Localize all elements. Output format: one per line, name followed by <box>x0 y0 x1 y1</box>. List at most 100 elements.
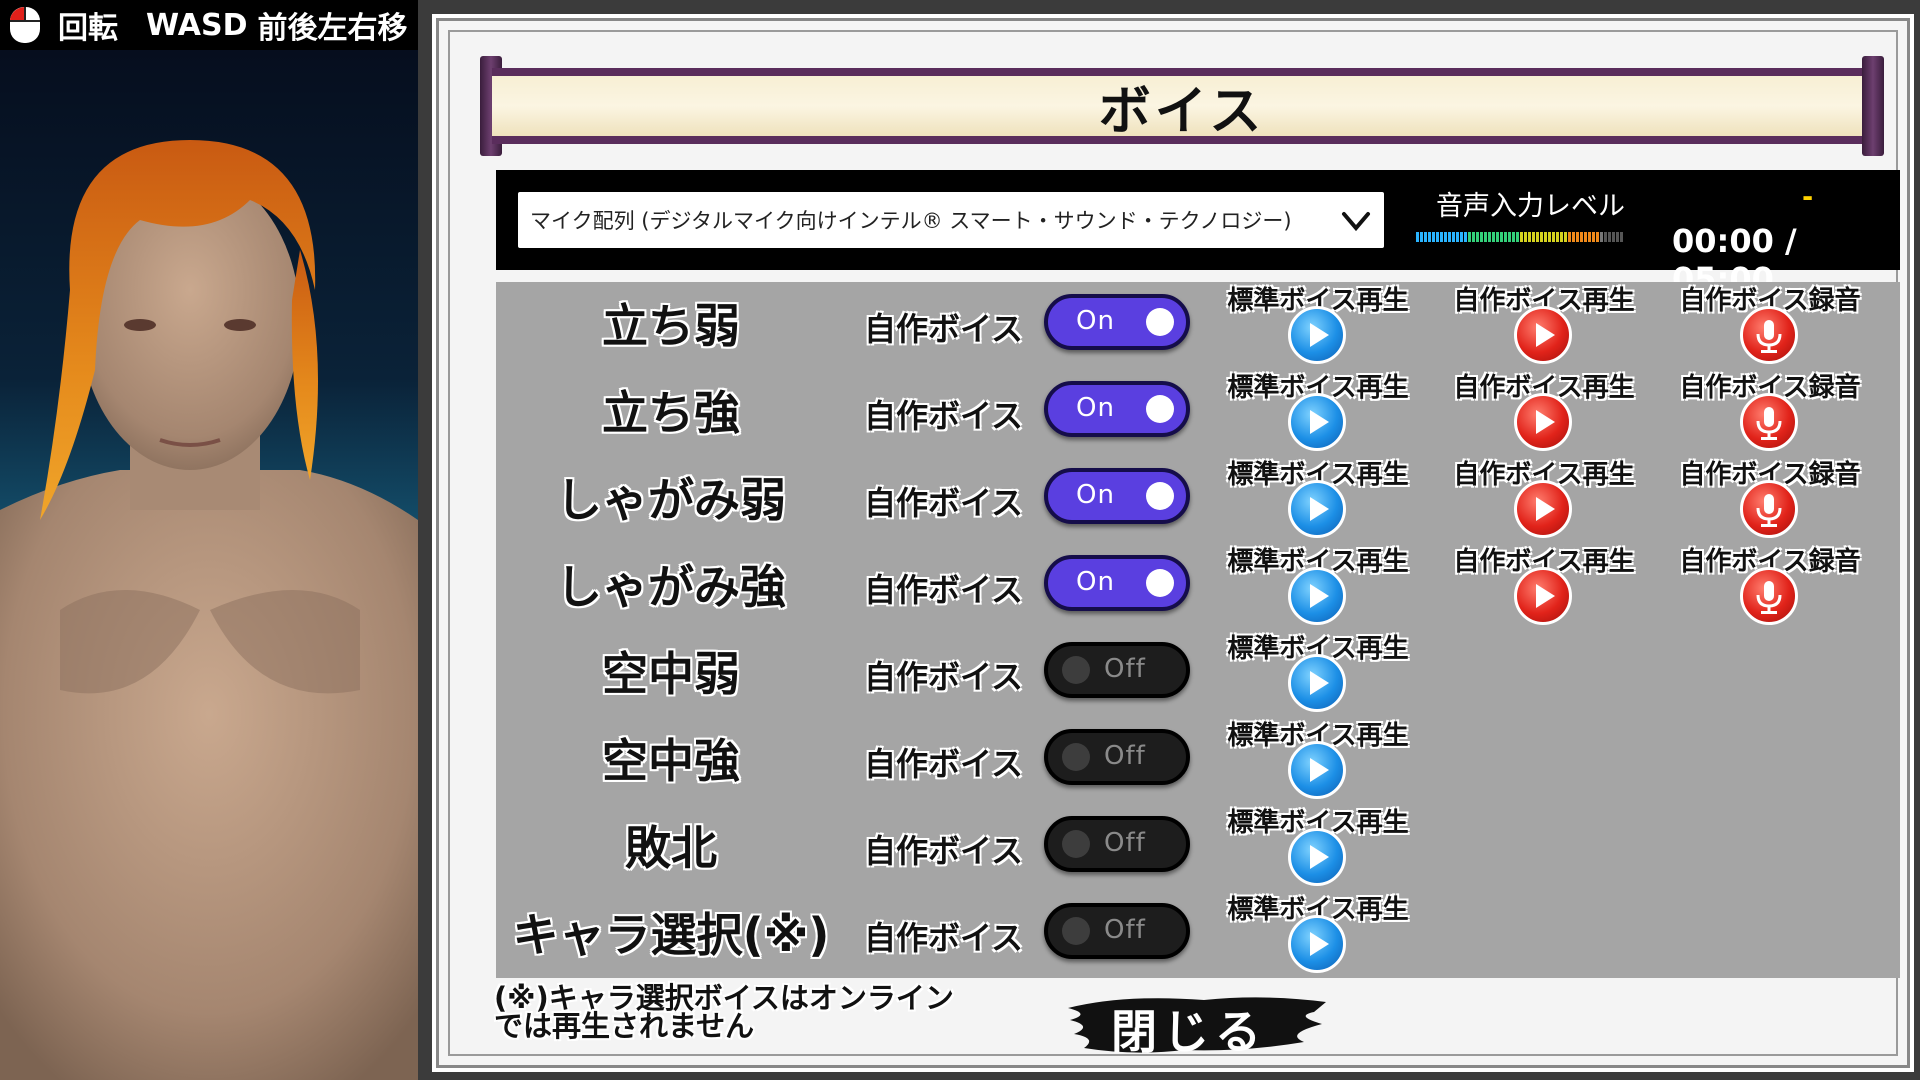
play-standard-voice[interactable]: 標準ボイス再生 <box>1218 889 1418 976</box>
close-button[interactable]: 閉じる <box>1064 990 1334 1060</box>
toggle-knob <box>1146 308 1174 336</box>
level-meter-segment <box>1568 232 1571 242</box>
level-meter-segment <box>1520 232 1523 242</box>
toggle-knob <box>1146 482 1174 510</box>
level-meter-segment <box>1588 232 1591 242</box>
play-custom-voice[interactable]: 自作ボイス再生 <box>1444 280 1644 367</box>
voice-row: 立ち強 自作ボイス On 標準ボイス再生 自作ボイス再生 自作ボイス録音 <box>496 369 1900 456</box>
play-icon[interactable] <box>1288 306 1346 364</box>
level-meter-segment <box>1504 232 1507 242</box>
level-meter-segment <box>1480 232 1483 242</box>
record-custom-voice[interactable]: 自作ボイス録音 <box>1670 454 1870 541</box>
level-meter-segment <box>1416 232 1419 242</box>
play-icon[interactable] <box>1288 741 1346 799</box>
custom-voice-toggle[interactable]: Off <box>1044 729 1190 785</box>
level-meter-segment <box>1444 232 1447 242</box>
level-meter-segment <box>1428 232 1431 242</box>
level-meter-segment <box>1532 232 1535 242</box>
level-meter-segment <box>1456 232 1459 242</box>
play-icon[interactable] <box>1514 480 1572 538</box>
mic-device-select[interactable]: マイク配列 (デジタルマイク向けインテル® スマート・サウンド・テクノロジー) <box>518 192 1384 248</box>
level-meter-segment <box>1604 232 1607 242</box>
level-meter-segment <box>1448 232 1451 242</box>
voice-row-label: 空中強 <box>602 734 740 788</box>
play-icon[interactable] <box>1288 393 1346 451</box>
level-meter-segment <box>1560 232 1563 242</box>
play-standard-voice[interactable]: 標準ボイス再生 <box>1218 715 1418 802</box>
play-standard-voice[interactable]: 標準ボイス再生 <box>1218 802 1418 889</box>
input-level-indicator: - <box>1802 182 1814 213</box>
character-preview[interactable]: 回転 WASD 前後左右移 <box>0 0 418 1080</box>
level-meter-segment <box>1424 232 1427 242</box>
play-standard-voice[interactable]: 標準ボイス再生 <box>1218 541 1418 628</box>
play-icon[interactable] <box>1514 306 1572 364</box>
custom-voice-toggle[interactable]: Off <box>1044 642 1190 698</box>
chevron-down-icon[interactable] <box>1340 204 1372 241</box>
custom-voice-toggle[interactable]: On <box>1044 381 1190 437</box>
toggle-label: Off <box>1104 654 1146 684</box>
input-level-meter <box>1416 232 1624 242</box>
level-meter-segment <box>1512 232 1515 242</box>
record-custom-voice[interactable]: 自作ボイス録音 <box>1670 367 1870 454</box>
panel-frame: ボイス マイク配列 (デジタルマイク向けインテル® スマート・サウンド・テクノロ… <box>432 14 1914 1072</box>
play-icon[interactable] <box>1288 567 1346 625</box>
play-icon[interactable] <box>1514 567 1572 625</box>
microphone-icon[interactable] <box>1740 480 1798 538</box>
level-meter-segment <box>1460 232 1463 242</box>
voice-row: 空中強 自作ボイス Off 標準ボイス再生 <box>496 717 1900 804</box>
mic-settings-bar: マイク配列 (デジタルマイク向けインテル® スマート・サウンド・テクノロジー) … <box>496 170 1900 298</box>
voice-row-label: 敗北 <box>625 821 717 875</box>
play-custom-voice[interactable]: 自作ボイス再生 <box>1444 541 1644 628</box>
play-standard-voice[interactable]: 標準ボイス再生 <box>1218 454 1418 541</box>
level-meter-segment <box>1580 232 1583 242</box>
panel-body: ボイス マイク配列 (デジタルマイク向けインテル® スマート・サウンド・テクノロ… <box>448 30 1900 1059</box>
toggle-label: On <box>1076 480 1115 510</box>
level-meter-segment <box>1556 232 1559 242</box>
play-standard-voice[interactable]: 標準ボイス再生 <box>1218 367 1418 454</box>
level-meter-segment <box>1440 232 1443 242</box>
microphone-icon[interactable] <box>1740 567 1798 625</box>
play-custom-voice[interactable]: 自作ボイス再生 <box>1444 454 1644 541</box>
voice-row: 立ち弱 自作ボイス On 標準ボイス再生 自作ボイス再生 自作ボイス録音 <box>496 282 1900 369</box>
play-icon[interactable] <box>1288 480 1346 538</box>
level-meter-segment <box>1436 232 1439 242</box>
level-meter-segment <box>1472 232 1475 242</box>
level-meter-segment <box>1576 232 1579 242</box>
custom-voice-label: 自作ボイス <box>864 658 1024 696</box>
play-standard-voice[interactable]: 標準ボイス再生 <box>1218 280 1418 367</box>
level-meter-segment <box>1468 232 1471 242</box>
play-icon[interactable] <box>1514 393 1572 451</box>
custom-voice-toggle[interactable]: Off <box>1044 903 1190 959</box>
title-banner: ボイス <box>480 56 1884 156</box>
custom-voice-toggle[interactable]: On <box>1044 555 1190 611</box>
microphone-icon[interactable] <box>1740 393 1798 451</box>
voice-row-label: しゃがみ強 <box>556 560 786 614</box>
play-icon[interactable] <box>1288 915 1346 973</box>
voice-row: 敗北 自作ボイス Off 標準ボイス再生 <box>496 804 1900 891</box>
level-meter-segment <box>1584 232 1587 242</box>
level-meter-segment <box>1616 232 1619 242</box>
custom-voice-toggle[interactable]: On <box>1044 468 1190 524</box>
voice-row: しゃがみ弱 自作ボイス On 標準ボイス再生 自作ボイス再生 自作ボイス録音 <box>496 456 1900 543</box>
level-meter-segment <box>1552 232 1555 242</box>
record-custom-voice[interactable]: 自作ボイス録音 <box>1670 280 1870 367</box>
play-standard-voice[interactable]: 標準ボイス再生 <box>1218 628 1418 715</box>
play-icon[interactable] <box>1288 654 1346 712</box>
level-meter-segment <box>1592 232 1595 242</box>
toggle-label: Off <box>1104 828 1146 858</box>
record-custom-voice[interactable]: 自作ボイス録音 <box>1670 541 1870 628</box>
control-hint-bar: 回転 WASD 前後左右移 <box>0 0 418 50</box>
play-custom-voice[interactable]: 自作ボイス再生 <box>1444 367 1644 454</box>
play-icon[interactable] <box>1288 828 1346 886</box>
footnote-line-2: では再生されません <box>494 1009 755 1043</box>
custom-voice-label: 自作ボイス <box>864 832 1024 870</box>
voice-settings-panel: ボイス マイク配列 (デジタルマイク向けインテル® スマート・サウンド・テクノロ… <box>418 0 1920 1080</box>
microphone-icon[interactable] <box>1740 306 1798 364</box>
level-meter-segment <box>1476 232 1479 242</box>
input-level-label: 音声入力レベル <box>1436 191 1625 222</box>
level-meter-segment <box>1524 232 1527 242</box>
custom-voice-toggle[interactable]: On <box>1044 294 1190 350</box>
level-meter-segment <box>1488 232 1491 242</box>
custom-voice-toggle[interactable]: Off <box>1044 816 1190 872</box>
toggle-knob <box>1062 830 1090 858</box>
